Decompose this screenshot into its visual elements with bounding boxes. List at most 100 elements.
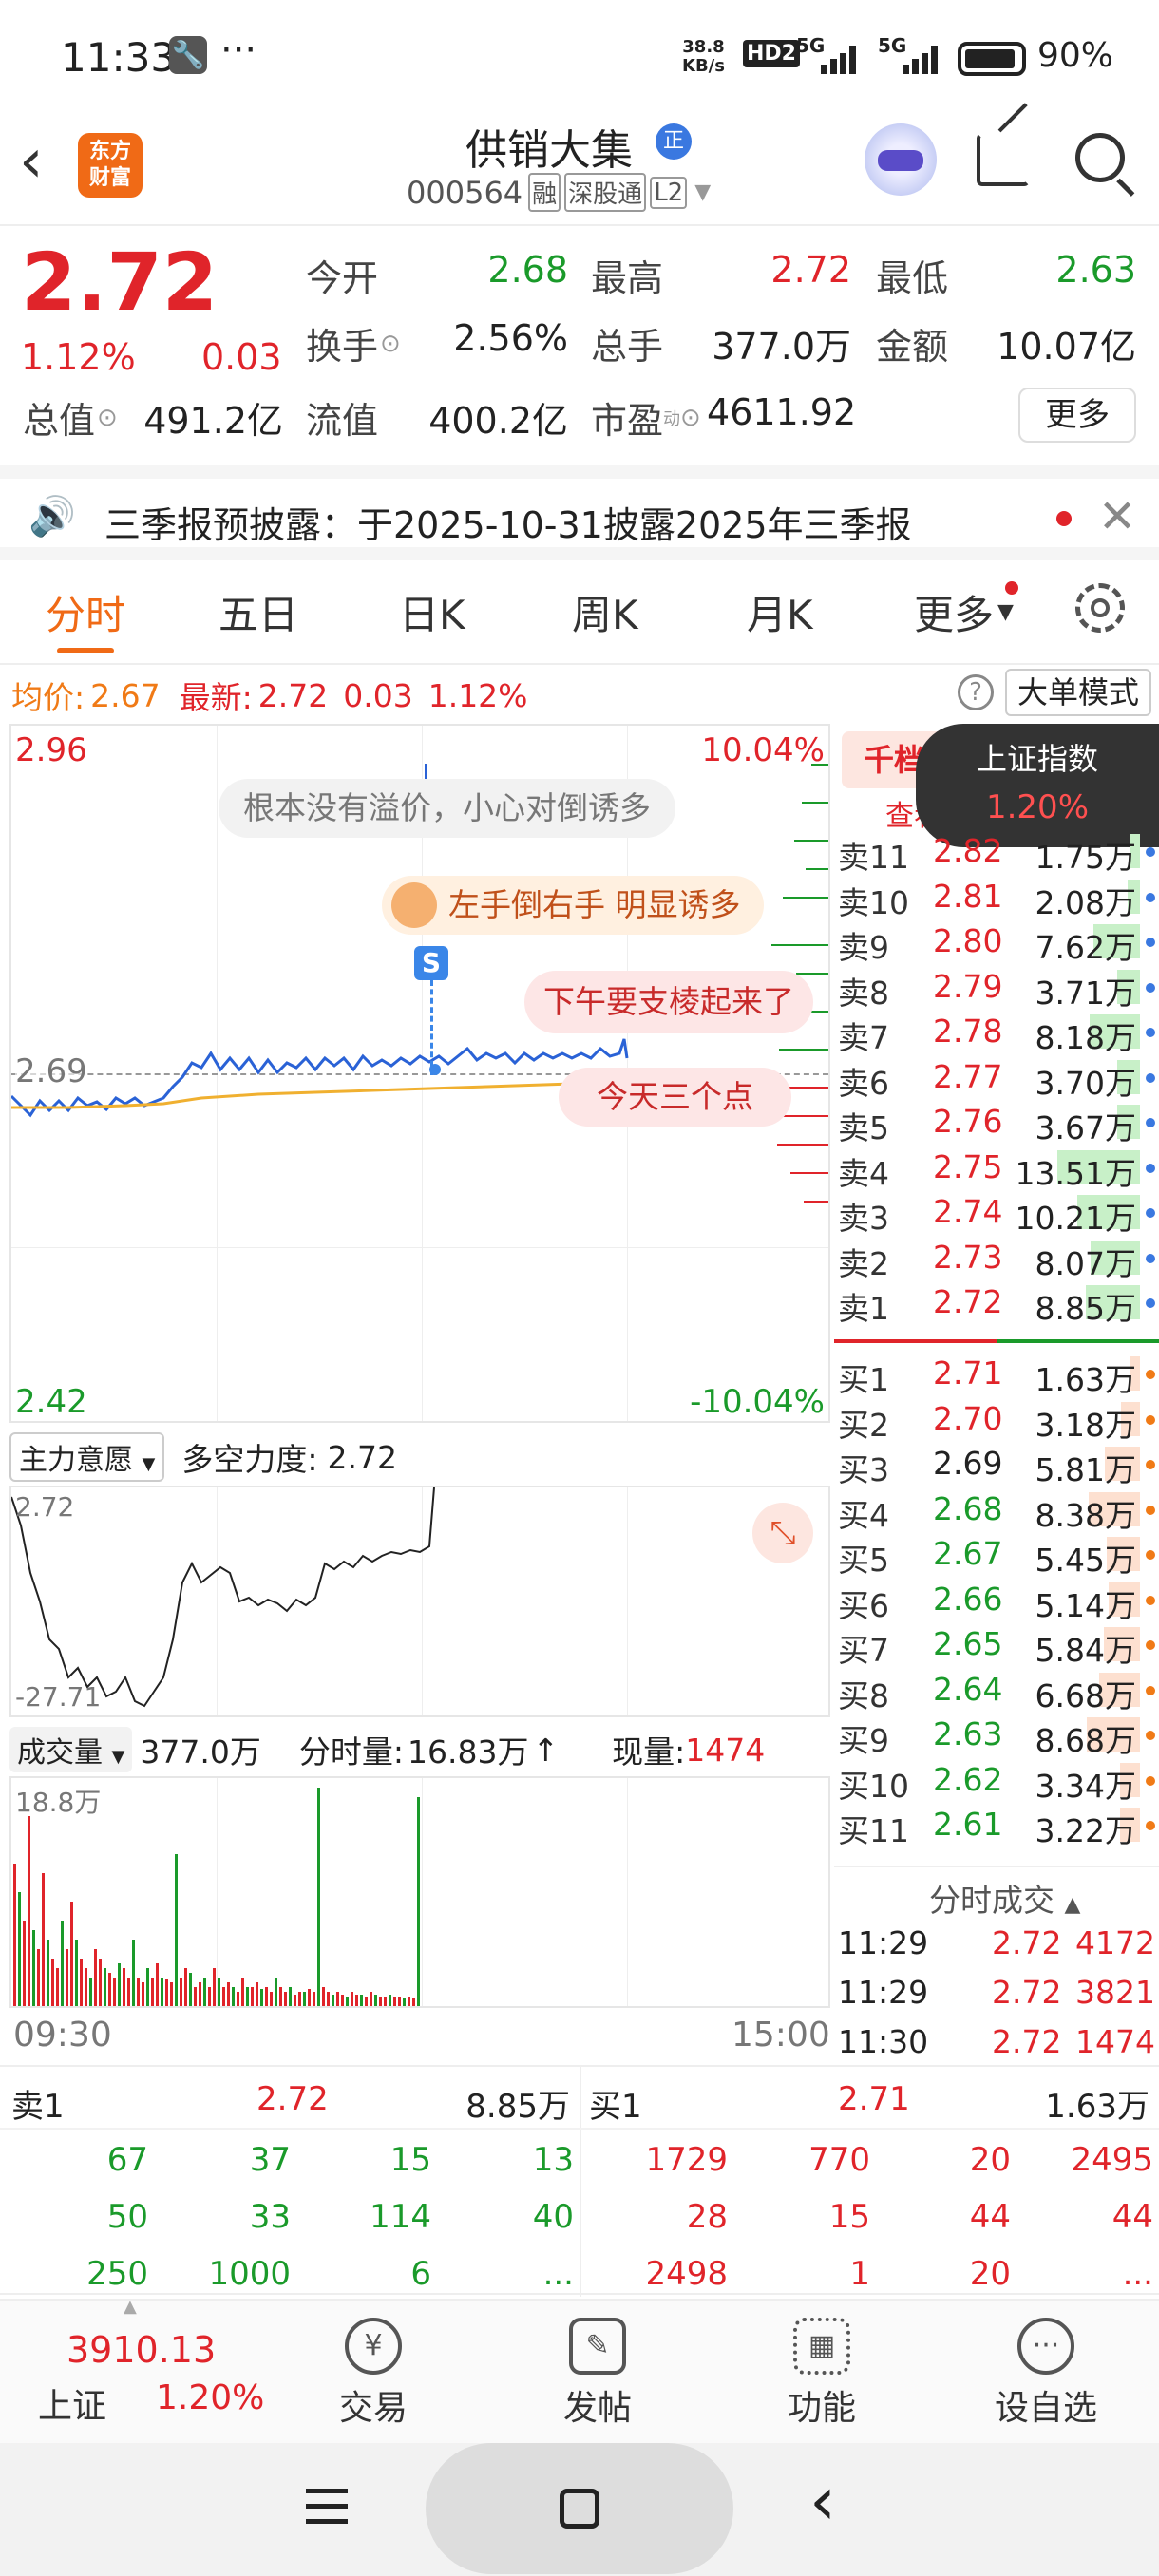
bid-label: 买4 [838,1496,889,1534]
comment-bubble[interactable]: 左手倒右手 明显诱多 [382,876,764,935]
bid-price: 2.63 [933,1715,1003,1752]
chevron-down-icon[interactable]: ▼ [694,180,711,204]
info-icon[interactable]: ⊙ [680,404,701,432]
ask-row[interactable]: 卖3 2.74 10.21万 [834,1189,1159,1237]
bid-row[interactable]: 买3 2.69 5.81万 [834,1441,1159,1488]
minute-volume: 16.83万 [408,1733,529,1771]
settings-gear-icon[interactable] [1075,583,1125,633]
tab-month-k[interactable]: 月K [747,583,813,641]
volume-bar [118,1963,121,2006]
bid-row[interactable]: 买11 2.61 3.22万 [834,1802,1159,1849]
indicator-chart[interactable]: 2.72 -27.71 ⤡ [10,1486,830,1717]
back-icon[interactable]: ‹ [809,2468,836,2534]
ask-row[interactable]: 卖11 2.82 1.75万 [834,828,1159,876]
axis-mid-price: 2.69 [15,1052,87,1090]
index-pct[interactable]: 1.20% [156,2378,264,2417]
info-icon[interactable]: ⊙ [97,404,118,432]
info-icon[interactable]: ⊙ [380,330,401,358]
sell-queue-order: 40 [532,2198,574,2236]
bid-row[interactable]: 买9 2.63 8.68万 [834,1712,1159,1759]
ask-row[interactable]: 卖4 2.75 13.51万 [834,1145,1159,1192]
search-icon[interactable] [1075,133,1135,197]
bid-row[interactable]: 买8 2.64 6.68万 [834,1667,1159,1714]
comment-bubble[interactable]: 根本没有溢价，小心对倒诱多 [218,779,675,838]
bid-row[interactable]: 买5 2.67 5.45万 [834,1531,1159,1579]
tab-five-day[interactable]: 五日 [218,583,298,641]
expand-icon[interactable]: ⤡ [752,1503,813,1563]
bid-dot [1146,1595,1155,1605]
sell-queue-order: 15 [390,2141,431,2179]
bid-row[interactable]: 买7 2.65 5.84万 [834,1621,1159,1669]
comment-bubble[interactable]: 今天三个点 [559,1068,791,1127]
buy-queue-order: 770 [808,2141,870,2179]
tab-week-k[interactable]: 周K [572,583,638,641]
volume-bar [222,1987,225,2006]
share-icon[interactable] [977,103,1030,186]
tick-row: 11:29 2.72 4172 [834,1924,1159,1972]
verified-badge-icon: 正 [656,123,692,160]
buy-queue-order: 44 [969,2198,1011,2236]
signal-marker-s[interactable]: S [414,946,448,980]
bid-price: 2.70 [933,1399,1003,1437]
volume-bar [66,1949,68,2006]
battery-icon [958,42,1026,76]
bid-row[interactable]: 买1 2.71 1.63万 [834,1351,1159,1398]
volume-bar [412,1998,415,2006]
ask-row[interactable]: 卖2 2.73 8.07万 [834,1235,1159,1282]
tab-day-k[interactable]: 日K [399,583,466,641]
chart-info-row: 均价: 2.67 最新: 2.72 0.03 1.12% [11,676,528,717]
tab-intraday[interactable]: 分时 [46,583,125,641]
volume-bar [279,1987,282,2006]
chart-tabs: 分时 五日 日K 周K 月K 更多 ▼ [0,566,1159,665]
volume-bar [232,1987,235,2006]
intraday-chart[interactable]: S 2.96 10.04% 2.69 2.42 -10.04% 根本没有溢价，小… [10,724,830,1423]
home-button[interactable] [426,2443,733,2574]
big-order-mode-button[interactable]: 大单模式 [1005,669,1151,716]
chevron-up-icon[interactable]: ▲ [124,2297,137,2317]
ask-row[interactable]: 卖7 2.78 8.18万 [834,1009,1159,1056]
volume-selector[interactable]: 成交量 ▼ [10,1727,133,1772]
ask-row[interactable]: 卖9 2.80 7.62万 [834,919,1159,966]
more-button[interactable]: 更多 [1018,388,1136,443]
ask-row[interactable]: 卖1 2.72 8.85万 [834,1279,1159,1327]
ask-row[interactable]: 卖8 2.79 3.71万 [834,964,1159,1012]
nav-post[interactable]: ✎ 发帖 [517,2318,678,2430]
nav-watchlist[interactable]: ··· 设自选 [965,2318,1127,2430]
battery-percent: 90% [1037,36,1114,75]
high-label: 最高 [591,257,664,299]
volume-bar [199,1982,201,2006]
back-arrow-icon[interactable]: ‹ [19,131,44,192]
buy-queue-order: 28 [686,2198,728,2236]
indicator-selector[interactable]: 主力意愿 ▼ [10,1432,165,1482]
ask-row[interactable]: 卖6 2.77 3.70万 [834,1054,1159,1102]
ask-volume: 2.08万 [1035,883,1136,921]
close-icon[interactable]: ✕ [1098,490,1136,543]
bid-dot [1146,1775,1155,1786]
notice-bar[interactable]: 🔊 三季报预披露：于2025-10-31披露2025年三季报 ✕ [0,465,1159,560]
comment-bubble[interactable]: 下午要支棱起来了 [524,971,813,1033]
trade-icon: ¥ [345,2318,402,2375]
ask-row[interactable]: 卖10 2.81 2.08万 [834,874,1159,921]
index-name[interactable]: 上证 [38,2378,106,2428]
ticks-header[interactable]: 分时成交 ▲ [929,1875,1080,1921]
bid-row[interactable]: 买2 2.70 3.18万 [834,1396,1159,1444]
menu-icon[interactable] [306,2485,348,2527]
help-icon[interactable]: ? [958,674,994,710]
bid-row[interactable]: 买6 2.66 5.14万 [834,1577,1159,1624]
volume-bar [142,1982,144,2006]
ask-dot [1146,938,1155,947]
bid-row[interactable]: 买4 2.68 8.38万 [834,1487,1159,1534]
volume-bar [317,1788,320,2006]
bid-row[interactable]: 买10 2.62 3.34万 [834,1757,1159,1805]
nav-trade[interactable]: ¥ 交易 [293,2318,454,2430]
bid-price: 2.62 [933,1760,1003,1798]
volume-bar [403,1998,406,2006]
assistant-robot-icon[interactable] [864,123,937,196]
latest-pct: 1.12% [428,676,528,714]
ask-row[interactable]: 卖5 2.76 3.67万 [834,1099,1159,1146]
volume-bar [256,1982,258,2006]
nav-functions[interactable]: ▦ 功能 [741,2318,902,2430]
indicator-value: 2.72 [327,1438,397,1476]
index-value[interactable]: 3910.13 [66,2329,216,2371]
tab-more[interactable]: 更多 ▼ [914,583,1014,641]
